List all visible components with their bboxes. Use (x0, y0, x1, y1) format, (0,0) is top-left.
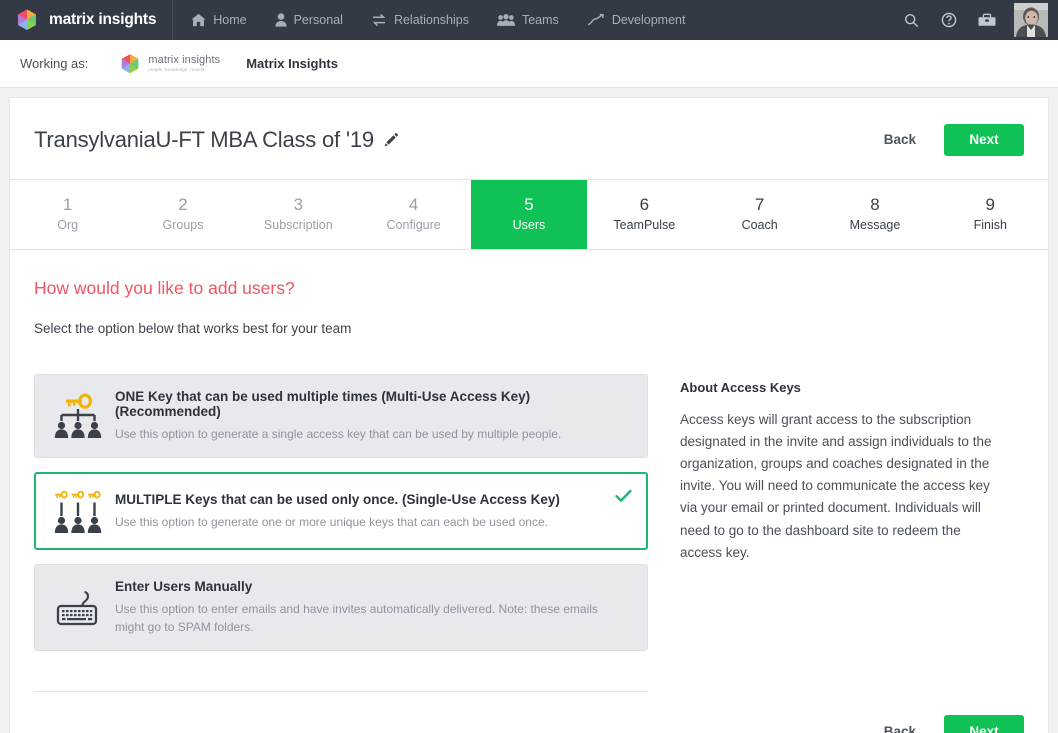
home-icon (191, 13, 206, 27)
option-description: Use this option to generate a single acc… (115, 426, 562, 441)
step-label: Users (512, 218, 546, 233)
nav-item-teams[interactable]: Teams (483, 0, 573, 40)
about-title: About Access Keys (680, 379, 801, 395)
step-5-users[interactable]: 5 Users (471, 180, 587, 249)
step-number: 2 (178, 195, 188, 214)
option-title: ONE Key that can be used multiple times … (115, 388, 531, 419)
step-number: 1 (62, 195, 73, 214)
step-1-org[interactable]: 1 Org (10, 180, 125, 249)
exchange-arrows-icon (371, 13, 387, 27)
org-wordmark-tagline: people. knowledge. results. (148, 66, 206, 72)
about-body: Access keys will grant access to the sub… (680, 411, 992, 560)
nav-item-development[interactable]: Development (573, 0, 700, 40)
step-label: Coach (741, 218, 778, 233)
working-as-label: Working as: (20, 56, 89, 71)
trend-line-icon (587, 13, 605, 27)
nav-items: Home Personal Relationships Teams Develo… (177, 0, 699, 40)
step-label: Org (57, 218, 79, 233)
step-number: 8 (870, 195, 880, 214)
step-label: Groups (162, 218, 204, 233)
help-circle-icon[interactable] (932, 0, 966, 40)
keyboard-icon (49, 585, 107, 631)
org-name: Matrix Insights (246, 56, 338, 71)
nav-item-relationships[interactable]: Relationships (357, 0, 483, 40)
matrix-cube-logo-icon (14, 7, 40, 33)
multiple-keys-to-people-icon (49, 487, 107, 535)
option-single-use-access-key[interactable]: MULTIPLE Keys that can be used only once… (34, 472, 648, 551)
step-number: 4 (408, 195, 419, 214)
nav-right-actions (894, 0, 1048, 40)
step-label: Configure (386, 218, 441, 233)
option-description: Use this option to enter emails and have… (115, 602, 598, 634)
page-title: TransylvaniaU-FT MBA Class of '19 (34, 126, 374, 152)
step-3-subscription[interactable]: 3 Subscription (241, 180, 356, 249)
org-wordmark: matrix insights people. knowledge. resul… (148, 53, 221, 72)
option-enter-users-manually[interactable]: Enter Users Manually Use this option to … (34, 564, 648, 652)
toolbox-icon[interactable] (970, 0, 1004, 40)
wizard-card: TransylvaniaU-FT MBA Class of '19 Back N… (10, 98, 1048, 733)
step-label: Message (849, 218, 901, 233)
search-icon[interactable] (894, 0, 928, 40)
org-wordmark-main: matrix insights (148, 53, 221, 66)
step-9-finish[interactable]: 9 Finish (933, 180, 1048, 249)
title-actions: Back Next (870, 122, 1024, 157)
step-label: TeamPulse (613, 218, 676, 233)
nav-item-personal[interactable]: Personal (261, 0, 357, 40)
nav-item-teams-label: Teams (521, 13, 559, 27)
checkmark-icon (615, 488, 632, 508)
body-area: How would you like to add users? Select … (10, 250, 1048, 665)
wizard-steps: 1 Org 2 Groups 3 Subscription 4 Configur… (10, 179, 1048, 250)
nav-item-relationships-label: Relationships (393, 13, 469, 27)
nav-item-home-label: Home (213, 13, 247, 27)
step-number: 7 (754, 195, 765, 214)
pencil-edit-icon[interactable] (384, 132, 398, 147)
step-6-teampulse[interactable]: 6 TeamPulse (587, 180, 702, 249)
step-number: 5 (524, 195, 534, 214)
back-button-top[interactable]: Back (870, 122, 930, 157)
title-row: TransylvaniaU-FT MBA Class of '19 Back N… (10, 98, 1048, 179)
content-columns: ONE Key that can be used multiple times … (34, 373, 1024, 665)
page-wrapper: TransylvaniaU-FT MBA Class of '19 Back N… (0, 88, 1058, 733)
footer-actions: Back Next (10, 692, 1048, 733)
option-multi-use-access-key[interactable]: ONE Key that can be used multiple times … (34, 373, 648, 459)
step-4-configure[interactable]: 4 Configure (356, 180, 471, 249)
brand-logo[interactable]: matrix insights (14, 0, 172, 40)
people-group-icon (496, 13, 515, 27)
step-label: Subscription (263, 218, 333, 233)
step-number: 6 (639, 195, 650, 214)
org-logo[interactable]: matrix insights people. knowledge. resul… (118, 52, 220, 76)
matrix-cube-logo-icon (118, 52, 142, 76)
option-description: Use this option to generate one or more … (115, 514, 548, 529)
step-8-message[interactable]: 8 Message (817, 180, 932, 249)
step-label: Finish (973, 218, 1007, 233)
option-text: ONE Key that can be used multiple times … (107, 389, 631, 443)
step-number: 3 (293, 195, 304, 214)
avatar[interactable] (1014, 3, 1048, 37)
option-title: MULTIPLE Keys that can be used only once… (115, 491, 560, 507)
about-panel: About Access Keys Access keys will grant… (680, 374, 1000, 665)
next-button-top[interactable]: Next (944, 123, 1024, 156)
nav-divider (172, 0, 174, 40)
top-navigation-bar: matrix insights Home Personal Relationsh… (0, 0, 1058, 40)
question-heading: How would you like to add users? (34, 277, 295, 298)
working-as-bar: Working as: matrix insights people. know… (0, 40, 1058, 88)
question-subtext: Select the option below that works best … (34, 320, 352, 336)
option-text: Enter Users Manually Use this option to … (107, 579, 631, 636)
brand-name: matrix insights (49, 11, 157, 28)
option-title: Enter Users Manually (115, 579, 253, 595)
one-key-to-many-people-icon (49, 392, 107, 440)
nav-item-home[interactable]: Home (177, 0, 260, 40)
nav-item-personal-label: Personal (293, 13, 343, 27)
back-button-bottom[interactable]: Back (870, 714, 930, 733)
next-button-bottom[interactable]: Next (944, 714, 1024, 733)
option-text: MULTIPLE Keys that can be used only once… (107, 492, 578, 531)
nav-item-development-label: Development (611, 13, 686, 27)
person-icon (274, 13, 287, 27)
step-number: 9 (985, 195, 996, 214)
step-7-coach[interactable]: 7 Coach (702, 180, 817, 249)
options-column: ONE Key that can be used multiple times … (34, 373, 648, 665)
step-2-groups[interactable]: 2 Groups (125, 180, 240, 249)
